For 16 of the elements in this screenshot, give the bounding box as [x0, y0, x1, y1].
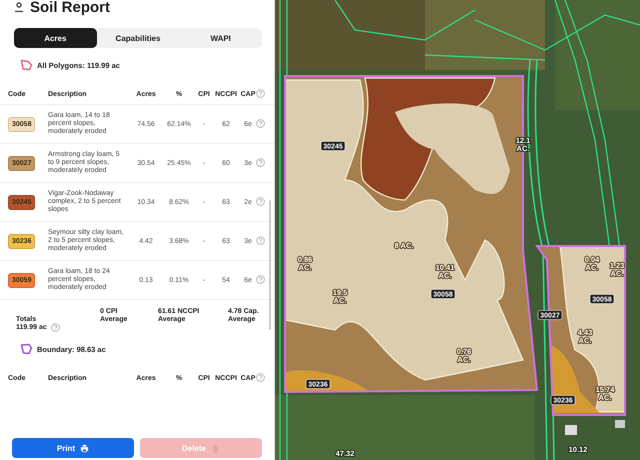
help-icon[interactable] [256, 274, 265, 284]
tab[interactable]: Capabilities [96, 28, 180, 48]
help-icon[interactable] [256, 88, 265, 98]
tab[interactable]: Acres [14, 28, 97, 48]
panel-title: Soil Report [30, 0, 110, 14]
print-button[interactable]: Print [12, 438, 134, 458]
help-icon[interactable] [256, 236, 265, 244]
scrollbar[interactable] [269, 200, 271, 330]
tab[interactable]: WAPI [179, 28, 262, 48]
help-icon[interactable] [256, 118, 265, 128]
printer-icon [80, 444, 90, 452]
help-icon[interactable] [50, 323, 60, 332]
help-icon[interactable] [256, 196, 265, 206]
help-icon[interactable] [256, 158, 265, 166]
user-icon [14, 2, 24, 12]
help-icon[interactable] [256, 372, 265, 382]
